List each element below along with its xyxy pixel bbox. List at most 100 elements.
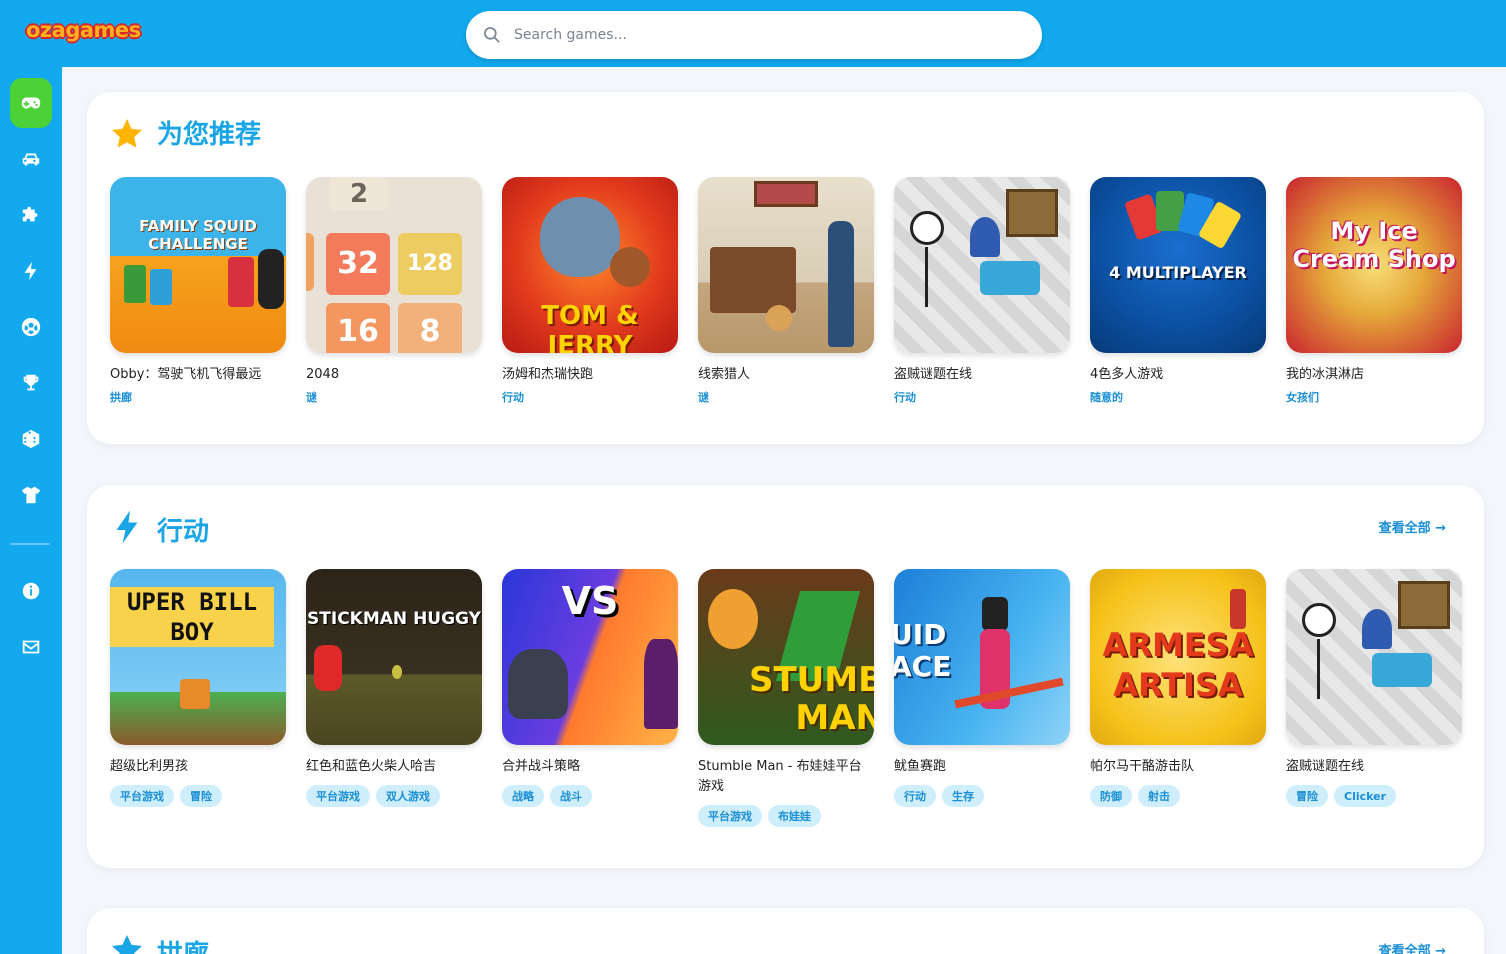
game-thumbnail[interactable]: VS [502, 569, 678, 745]
sidebar-item-about[interactable] [10, 570, 52, 612]
tag[interactable]: 防御 [1090, 785, 1132, 807]
site-logo[interactable]: ozagames [26, 18, 141, 42]
thumbnail-text: 4 MULTIPLAYER [1109, 263, 1247, 282]
sidebar-divider [10, 543, 50, 545]
view-all-link[interactable]: 查看全部 → [1379, 940, 1446, 954]
tag[interactable]: 平台游戏 [698, 805, 762, 827]
game-card[interactable]: UPER BILL BOY 超级比利男孩 平台游戏 冒险 [110, 569, 286, 807]
game-category[interactable]: 随意的 [1090, 389, 1123, 405]
thumbnail-text: UPER BILL BOY [110, 587, 274, 647]
tag[interactable]: 战略 [502, 785, 544, 807]
search-input[interactable] [514, 21, 1014, 49]
dice-icon [22, 429, 40, 449]
game-title[interactable]: 我的冰淇淋店 [1286, 365, 1462, 385]
top-bar: ozagames [0, 0, 1506, 67]
sidebar-item-racing[interactable] [10, 138, 52, 180]
search-box[interactable] [466, 11, 1042, 59]
sidebar-item-action[interactable] [10, 250, 52, 292]
game-category[interactable]: 行动 [894, 389, 916, 405]
game-card[interactable]: TOM & JERRY 汤姆和杰瑞快跑 行动 [502, 177, 678, 404]
tag-list: 平台游戏 布娃娃 [698, 805, 821, 827]
game-card[interactable]: ARMESA ARTISA 帕尔马干酪游击队 防御 射击 [1090, 569, 1266, 807]
game-category[interactable]: 行动 [502, 389, 524, 405]
game-card[interactable]: VS 合并战斗策略 战略 战斗 [502, 569, 678, 807]
tag-list: 行动 生存 [894, 785, 984, 807]
tag[interactable]: 平台游戏 [110, 785, 174, 807]
game-category[interactable]: 谜 [698, 389, 709, 405]
info-icon [22, 582, 40, 600]
game-card[interactable]: 盗贼谜题在线 行动 [894, 177, 1070, 404]
soccer-ball-icon [21, 317, 41, 337]
game-category[interactable]: 女孩们 [1286, 389, 1319, 405]
game-title[interactable]: 超级比利男孩 [110, 757, 286, 777]
tag[interactable]: 冒险 [1286, 785, 1328, 807]
game-title[interactable]: Stumble Man - 布娃娃平台游戏 [698, 757, 874, 797]
section-arcade: 拱廊 查看全部 → [87, 908, 1484, 954]
game-title[interactable]: 合并战斗策略 [502, 757, 678, 777]
game-thumbnail[interactable] [894, 177, 1070, 353]
game-thumbnail[interactable] [698, 177, 874, 353]
tag[interactable]: 冒险 [180, 785, 222, 807]
tag[interactable]: 战斗 [550, 785, 592, 807]
puzzle-icon [22, 206, 38, 222]
game-card[interactable]: STICKMAN HUGGY 红色和蓝色火柴人哈吉 平台游戏 双人游戏 [306, 569, 482, 807]
game-thumbnail[interactable]: FAMILY SQUID CHALLENGE [110, 177, 286, 353]
sidebar-item-trophy[interactable] [10, 362, 52, 404]
game-thumbnail[interactable]: UPER BILL BOY [110, 569, 286, 745]
game-thumbnail[interactable] [1286, 569, 1462, 745]
tag[interactable]: 平台游戏 [306, 785, 370, 807]
sidebar-item-contact[interactable] [10, 626, 52, 668]
tag-list: 冒险 Clicker [1286, 785, 1397, 807]
tag[interactable]: 行动 [894, 785, 936, 807]
sidebar-item-sports[interactable] [10, 306, 52, 348]
tag[interactable]: 生存 [942, 785, 984, 807]
game-thumbnail[interactable]: 2 32 128 16 8 [306, 177, 482, 353]
game-title[interactable]: 汤姆和杰瑞快跑 [502, 365, 678, 385]
game-card[interactable]: My Ice Cream Shop 我的冰淇淋店 女孩们 [1286, 177, 1462, 404]
game-title[interactable]: 线索猎人 [698, 365, 874, 385]
lightning-icon [24, 261, 37, 281]
tag[interactable]: 射击 [1138, 785, 1180, 807]
game-title[interactable]: 鱿鱼赛跑 [894, 757, 1070, 777]
view-all-link[interactable]: 查看全部 → [1379, 517, 1446, 536]
game-title[interactable]: 盗贼谜题在线 [1286, 757, 1462, 777]
game-category[interactable]: 拱廊 [110, 389, 132, 405]
car-icon [22, 153, 40, 166]
game-title[interactable]: 盗贼谜题在线 [894, 365, 1070, 385]
thumbnail-text: My Ice Cream Shop [1292, 217, 1456, 273]
star-icon [112, 935, 142, 954]
game-title[interactable]: Obby：驾驶飞机飞得最远 [110, 365, 286, 385]
game-card[interactable]: STUMB MAN Stumble Man - 布娃娃平台游戏 平台游戏 布娃娃 [698, 569, 874, 827]
game-card[interactable]: FAMILY SQUID CHALLENGE Obby：驾驶飞机飞得最远 拱廊 [110, 177, 286, 404]
game-title[interactable]: 2048 [306, 365, 482, 385]
sidebar-item-puzzle[interactable] [10, 194, 52, 236]
thumbnail-text: UID ACE [894, 618, 952, 683]
thumbnail-text: FAMILY SQUID CHALLENGE [139, 217, 257, 253]
tag[interactable]: 双人游戏 [376, 785, 440, 807]
star-icon [112, 119, 142, 148]
game-thumbnail[interactable]: 4 MULTIPLAYER [1090, 177, 1266, 353]
tag[interactable]: 布娃娃 [768, 805, 821, 827]
game-title[interactable]: 4色多人游戏 [1090, 365, 1266, 385]
game-card[interactable]: 2 32 128 16 8 2048 谜 [306, 177, 482, 404]
game-title[interactable]: 红色和蓝色火柴人哈吉 [306, 757, 482, 777]
game-title[interactable]: 帕尔马干酪游击队 [1090, 757, 1266, 777]
game-card[interactable]: 盗贼谜题在线 冒险 Clicker [1286, 569, 1462, 807]
mail-icon [22, 640, 40, 654]
game-card[interactable]: 4 MULTIPLAYER 4色多人游戏 随意的 [1090, 177, 1266, 404]
game-thumbnail[interactable]: STUMB MAN [698, 569, 874, 745]
sidebar-item-games[interactable] [10, 78, 52, 128]
tag[interactable]: Clicker [1334, 785, 1397, 807]
game-thumbnail[interactable]: My Ice Cream Shop [1286, 177, 1462, 353]
section-title: 为您推荐 [157, 120, 262, 150]
game-thumbnail[interactable]: ARMESA ARTISA [1090, 569, 1266, 745]
sidebar-item-casual[interactable] [10, 418, 52, 460]
game-category[interactable]: 谜 [306, 389, 317, 405]
game-thumbnail[interactable]: UID ACE [894, 569, 1070, 745]
game-card[interactable]: UID ACE 鱿鱼赛跑 行动 生存 [894, 569, 1070, 807]
game-card[interactable]: 线索猎人 谜 [698, 177, 874, 404]
game-thumbnail[interactable]: TOM & JERRY [502, 177, 678, 353]
sidebar-item-dress-up[interactable] [10, 474, 52, 516]
game-thumbnail[interactable]: STICKMAN HUGGY [306, 569, 482, 745]
section-recommended: 为您推荐 FAMILY SQUID CHALLENGE Obby：驾驶飞机飞得最… [87, 92, 1484, 444]
